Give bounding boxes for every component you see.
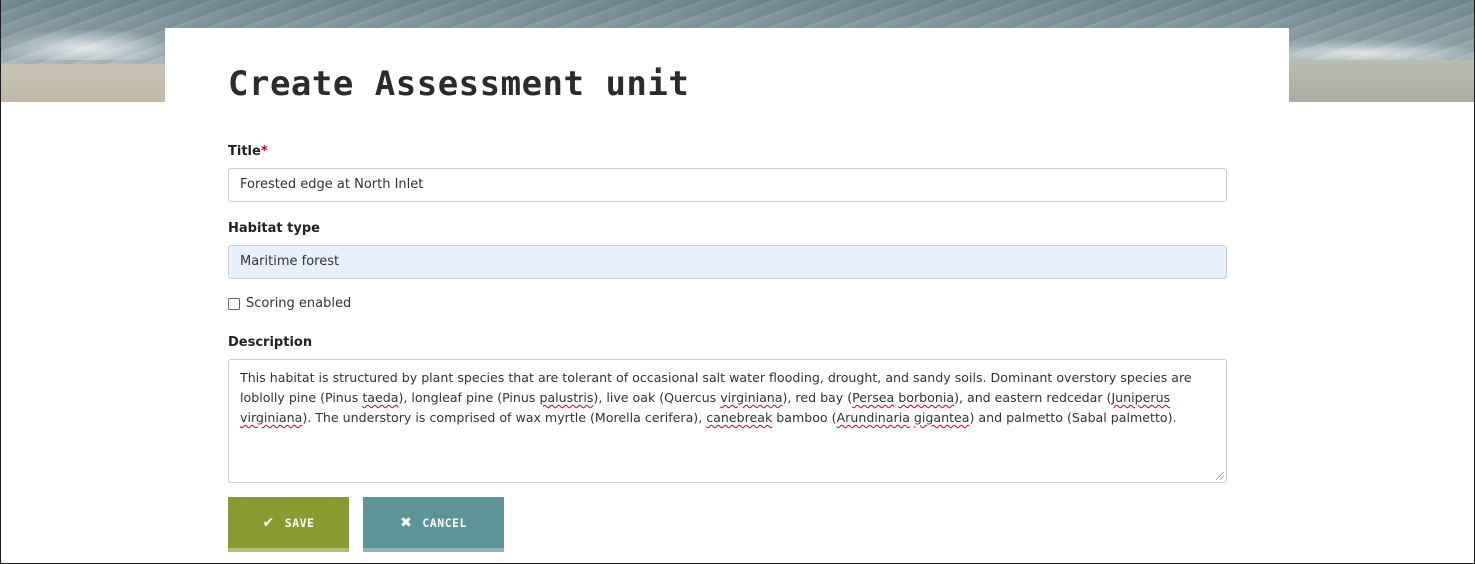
spellcheck-word: taeda — [362, 390, 399, 405]
save-button[interactable]: ✔ SAVE — [228, 497, 349, 552]
description-textarea[interactable]: This habitat is structured by plant spec… — [228, 359, 1227, 483]
check-icon: ✔ — [262, 514, 275, 531]
description-text: ), longleaf pine (Pinus — [398, 390, 540, 405]
scoring-enabled-row[interactable]: Scoring enabled — [228, 296, 351, 311]
spellcheck-word: canebreak — [706, 410, 773, 425]
spellcheck-word: Arundinaria — [836, 410, 910, 425]
spellcheck-word: gigantea — [913, 410, 970, 425]
habitat-type-label: Habitat type — [228, 221, 320, 236]
title-label: Title* — [228, 144, 268, 159]
description-text: ) and palmetto (Sabal palmetto). — [969, 410, 1177, 425]
spellcheck-word: Persea — [852, 390, 895, 405]
sand-left — [1, 64, 171, 102]
spellcheck-word: palustris — [539, 390, 594, 405]
description-text: ). The understory is comprised of wax my… — [302, 410, 707, 425]
spellcheck-word: Juniperus — [1111, 390, 1171, 405]
required-asterisk: * — [260, 144, 268, 159]
description-label: Description — [228, 335, 313, 350]
form-panel: Create Assessment unit Title* Forested e… — [165, 28, 1289, 563]
habitat-type-select[interactable]: Maritime forest — [228, 245, 1227, 279]
description-text: ), and eastern redcedar ( — [954, 390, 1112, 405]
description-text: ), red bay ( — [782, 390, 853, 405]
description-text: bamboo ( — [772, 410, 837, 425]
scoring-enabled-label: Scoring enabled — [246, 296, 352, 311]
x-icon: ✖ — [400, 514, 413, 531]
title-label-text: Title — [228, 144, 261, 159]
scoring-enabled-checkbox[interactable] — [228, 297, 240, 310]
spellcheck-word: virginiana — [240, 410, 303, 425]
cancel-button[interactable]: ✖ CANCEL — [363, 497, 504, 552]
sand-right — [1286, 60, 1474, 102]
spellcheck-word: borbonia — [898, 390, 955, 405]
page-title: Create Assessment unit — [228, 64, 690, 104]
app-frame: Create Assessment unit Title* Forested e… — [0, 0, 1475, 564]
spellcheck-word: virginiana — [720, 390, 783, 405]
title-input[interactable]: Forested edge at North Inlet — [228, 168, 1227, 202]
description-text: ), live oak (Quercus — [593, 390, 721, 405]
resize-handle-icon[interactable] — [1216, 472, 1224, 480]
save-button-label: SAVE — [284, 515, 315, 530]
wave-foam-left — [1, 30, 171, 60]
cancel-button-label: CANCEL — [422, 515, 467, 530]
